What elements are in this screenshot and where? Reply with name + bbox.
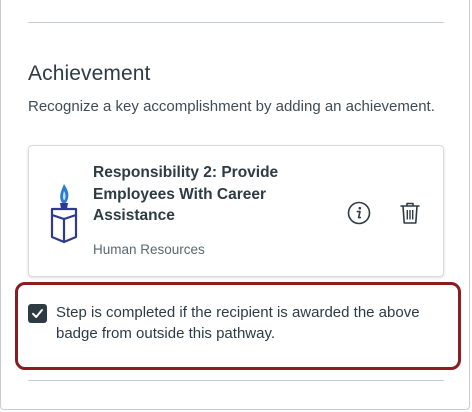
info-icon[interactable] [347,201,371,225]
badge-torch-icon [49,182,79,244]
completion-checkbox-label[interactable]: Step is completed if the recipient is aw… [56,302,446,344]
divider-top [28,22,444,23]
divider-bottom [28,380,444,381]
checkmark-icon [32,309,43,318]
trash-icon[interactable] [399,201,421,225]
section-description: Recognize a key accomplishment by adding… [28,98,435,115]
badge-organization: Human Resources [93,242,205,257]
section-title: Achievement [28,62,151,85]
badge-card: Responsibility 2: Provide Employees With… [28,145,444,277]
completion-checkbox[interactable] [28,304,47,323]
badge-title: Responsibility 2: Provide Employees With… [93,164,279,224]
